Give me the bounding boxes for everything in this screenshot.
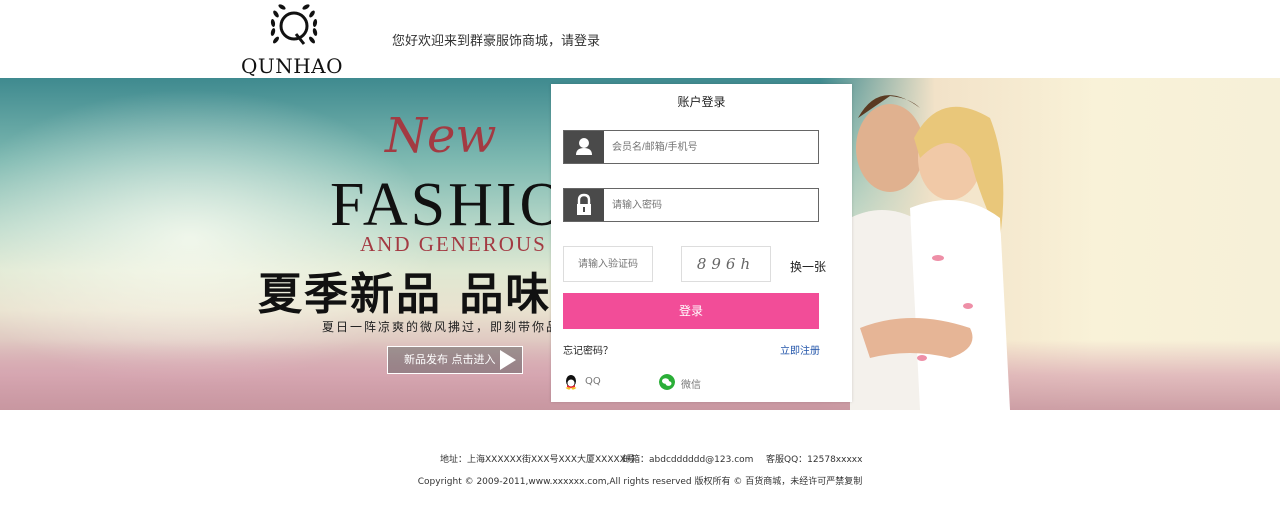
footer-service-qq: 客服QQ：12578xxxxx [766, 455, 863, 465]
login-title: 账户登录 [677, 95, 726, 109]
refresh-captcha-link[interactable]: 换一张 [790, 258, 826, 275]
wechat-label: 微信 [681, 380, 701, 391]
qq-label: QQ [585, 376, 601, 387]
header: QUNHAO 您好欢迎来到群豪服饰商城，请登录 [0, 0, 1280, 78]
user-icon [564, 131, 604, 163]
forgot-password-link[interactable]: 忘记密码？ [563, 342, 613, 357]
password-field[interactable] [563, 188, 819, 222]
username-input[interactable] [612, 137, 808, 157]
welcome-message: 您好欢迎来到群豪服饰商城，请登录 [392, 33, 601, 48]
qq-login[interactable]: QQ [563, 374, 623, 390]
captcha-image[interactable]: 896h [681, 246, 771, 282]
register-link[interactable]: 立即注册 [780, 342, 820, 357]
password-input[interactable] [612, 195, 808, 215]
promo-new: New [385, 108, 497, 164]
promo-enter-button[interactable]: 新品发布 点击进入 [387, 346, 523, 374]
login-panel: 账户登录 896h 换一张 登录 忘记密码？ 立即注册 [551, 84, 852, 402]
captcha-input[interactable] [563, 246, 653, 282]
lock-icon [564, 189, 604, 221]
wechat-icon [659, 374, 675, 390]
couple-photo [850, 95, 1010, 410]
logo-text: QUNHAO [240, 54, 344, 78]
footer-address: 地址：上海XXXXXX街XXX号XXX大厦XXXXX号 [440, 455, 635, 465]
play-icon [500, 350, 516, 370]
logo[interactable]: QUNHAO [236, 0, 348, 78]
wechat-login[interactable]: 微信 [659, 374, 729, 391]
footer-copyright: Copyright © 2009-2011,www.xxxxxx.com,All… [417, 477, 863, 487]
laurel-logo-icon [270, 4, 318, 45]
promo-headline: 夏季新品 品味 [258, 269, 552, 320]
promo-button-label: 新品发布 点击进入 [404, 353, 496, 366]
promo-generous: AND GENEROUS [360, 232, 547, 256]
promo-subline: 夏日一阵凉爽的微风拂过，即刻带你品味 [322, 320, 575, 334]
login-button[interactable]: 登录 [563, 293, 819, 329]
username-field[interactable] [563, 130, 819, 164]
qq-icon [565, 375, 577, 390]
footer-email: 邮箱：abdcdddddd@123.com [622, 455, 754, 465]
